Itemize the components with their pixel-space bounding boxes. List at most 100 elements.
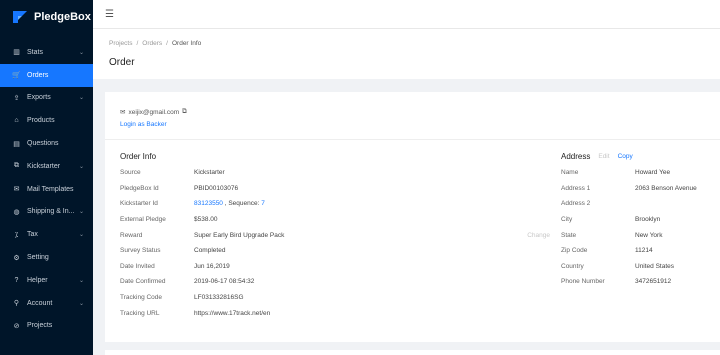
sidebar-item-label: Setting — [27, 254, 49, 262]
chevron-down-icon: ⌄ — [78, 163, 84, 170]
info-label: Kickstarter Id — [120, 200, 158, 208]
sidebar-item-label: Shipping & In... — [27, 208, 75, 216]
gift-icon: ⌂ — [14, 117, 19, 125]
address-row: Address 2 — [561, 196, 720, 212]
info-label: Reward — [120, 231, 143, 239]
sidebar-item-account[interactable]: ⚲ Account ⌄ — [0, 292, 93, 315]
sidebar-item-label: Orders — [27, 71, 49, 79]
info-label: Survey Status — [120, 247, 161, 255]
login-as-backer-link[interactable]: Login as Backer — [120, 121, 187, 128]
info-label: External Pledge — [120, 216, 166, 224]
sidebar-item-projects[interactable]: ⊘ Projects — [0, 315, 93, 338]
address-row: Zip Code 11214 — [561, 243, 720, 259]
copy-email-icon[interactable]: ⧉ — [182, 108, 187, 116]
backer-email: xeijix@gmail.com — [128, 108, 180, 116]
address-value: 2063 Benson Avenue — [635, 184, 697, 192]
info-label: Date Confirmed — [120, 278, 166, 286]
info-row-kickstarter-id: Kickstarter Id 83123550 , Sequence: 7 — [120, 196, 550, 212]
sidebar-item-mail-templates[interactable]: ✉ Mail Templates — [0, 178, 93, 201]
sidebar-item-orders[interactable]: 🛒 Orders — [0, 63, 93, 87]
address-label: Country — [561, 262, 584, 270]
kickstarter-id-link[interactable]: 83123550 — [194, 200, 223, 207]
page-header: Projects / Orders / Order Info Order — [93, 29, 720, 79]
change-reward-link[interactable]: Change — [527, 232, 550, 239]
address-value: Brooklyn — [635, 216, 661, 224]
info-value: 2019-06-17 08:54:32 — [194, 278, 255, 286]
breadcrumb-current: Order Info — [171, 40, 202, 47]
breadcrumb-orders[interactable]: Orders — [142, 40, 162, 47]
sidebar-item-label: Projects — [27, 322, 53, 330]
address-row: Name Howard Yee — [561, 165, 720, 181]
sidebar-item-questions[interactable]: ▤ Questions — [0, 132, 93, 155]
sidebar-item-stats[interactable]: ▥ Stats ⌄ — [0, 41, 93, 64]
sidebar-item-kickstarter[interactable]: ⧉ Kickstarter ⌄ — [0, 155, 93, 178]
help-icon: ? — [14, 276, 19, 284]
info-value: Jun 16,2019 — [194, 262, 230, 270]
breadcrumb-separator: / — [166, 40, 168, 47]
order-card: ✉ xeijix@gmail.com ⧉ Login as Backer Ord… — [105, 92, 720, 342]
address-row: City Brooklyn — [561, 212, 720, 228]
address-value: 3472651912 — [635, 278, 672, 286]
sidebar: PledgeBox ▥ Stats ⌄ 🛒 Orders ⇪ Exports ⌄ ⌂ Produc… — [0, 0, 93, 355]
info-value: Super Early Bird Upgrade Pack — [194, 231, 285, 239]
info-row-pledgebox-id: PledgeBox Id PBID00103076 — [120, 181, 550, 197]
sequence-link[interactable]: 7 — [261, 200, 265, 207]
chevron-down-icon: ⌄ — [78, 49, 84, 56]
info-label: PledgeBox Id — [120, 184, 159, 192]
top-bar: ☰ — [93, 0, 720, 29]
address-row: State New York — [561, 227, 720, 243]
cart-icon: 🛒 — [12, 72, 21, 80]
sequence-label: , Sequence: — [224, 200, 260, 208]
mail-icon: ✉ — [13, 186, 20, 194]
menu-fold-icon[interactable]: ☰ — [105, 9, 114, 20]
info-label: Source — [120, 169, 141, 177]
sidebar-item-tax[interactable]: ⁒ Tax ⌄ — [0, 223, 93, 246]
address-label: Address 2 — [561, 200, 591, 208]
order-info-title: Order Info — [120, 152, 157, 161]
address-label: Name — [561, 169, 579, 177]
globe-icon: ◍ — [13, 208, 20, 216]
sidebar-item-exports[interactable]: ⇪ Exports ⌄ — [0, 87, 93, 110]
address-section: Address Edit Copy Name Howard Yee Address … — [561, 152, 720, 290]
info-row-date-invited: Date Invited Jun 16,2019 — [120, 259, 550, 275]
info-value: LF031332816SG — [194, 294, 244, 302]
chevron-down-icon: ⌄ — [78, 232, 84, 239]
sidebar-menu: ▥ Stats ⌄ 🛒 Orders ⇪ Exports ⌄ ⌂ Products ▤ Questio… — [0, 41, 93, 337]
next-card — [105, 350, 720, 355]
chevron-down-icon: ⌄ — [78, 277, 84, 284]
sidebar-item-label: Products — [27, 117, 55, 125]
sidebar-item-helper[interactable]: ? Helper ⌄ — [0, 269, 93, 292]
sidebar-item-label: Kickstarter — [27, 162, 61, 170]
address-value: 11214 — [635, 247, 653, 255]
tracking-url[interactable]: https://www.17track.net/en — [194, 310, 270, 317]
address-row: Country United States — [561, 259, 720, 275]
info-row-date-confirmed: Date Confirmed 2019-06-17 08:54:32 — [120, 274, 550, 290]
info-value: Completed — [194, 247, 226, 255]
kickstarter-icon: ⧉ — [14, 162, 19, 170]
address-label: Address 1 — [561, 184, 591, 192]
brand-logo[interactable]: PledgeBox — [0, 0, 93, 33]
address-label: Phone Number — [561, 278, 605, 286]
sidebar-item-label: Tax — [27, 231, 38, 239]
sidebar-item-label: Exports — [27, 94, 51, 102]
address-label: State — [561, 231, 577, 239]
sidebar-item-shipping-in[interactable]: ◍ Shipping & In... ⌄ — [0, 201, 93, 224]
sidebar-item-label: Questions — [27, 140, 59, 148]
edit-address-button[interactable]: Edit — [598, 153, 609, 160]
divider — [105, 139, 720, 140]
address-row: Address 1 2063 Benson Avenue — [561, 181, 720, 197]
address-value: New York — [635, 231, 663, 239]
mail-icon: ✉ — [120, 109, 126, 116]
breadcrumb-projects[interactable]: Projects — [109, 40, 132, 47]
bar-chart-icon: ▥ — [13, 49, 20, 57]
copy-address-button[interactable]: Copy — [618, 153, 633, 160]
chevron-down-icon: ⌄ — [78, 300, 84, 307]
sidebar-item-products[interactable]: ⌂ Products — [0, 109, 93, 132]
address-rows: Name Howard Yee Address 1 2063 Benson Avenu… — [561, 165, 720, 290]
export-icon: ⇪ — [13, 94, 20, 102]
address-value: Howard Yee — [635, 169, 671, 177]
info-row-reward: Reward Super Early Bird Upgrade Pack Cha… — [120, 227, 550, 243]
info-value: PBID00103076 — [194, 184, 239, 192]
sidebar-item-setting[interactable]: ⚙ Setting — [0, 246, 93, 269]
brand-name: PledgeBox — [34, 10, 91, 23]
